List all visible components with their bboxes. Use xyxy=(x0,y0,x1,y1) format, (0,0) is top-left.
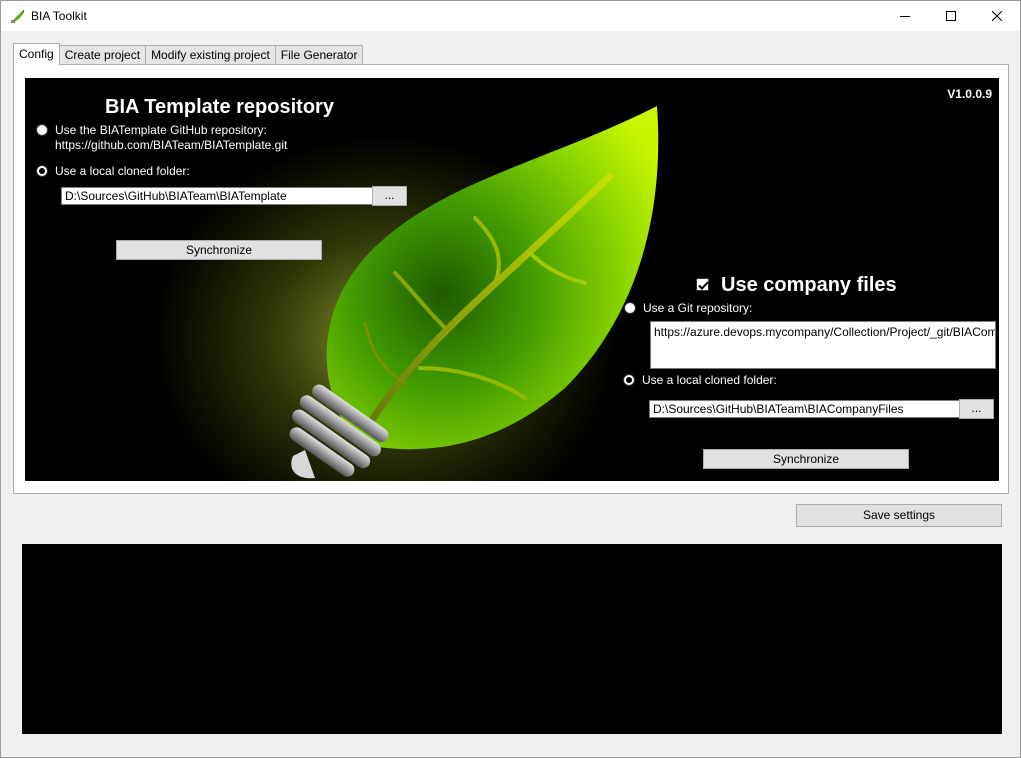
maximize-icon xyxy=(946,11,956,21)
template-github-label-text: Use the BIATemplate GitHub repository: xyxy=(55,123,267,137)
config-canvas: V1.0.0.9 BIA Template repository Use the… xyxy=(25,78,999,481)
tab-strip: Config Create project Modify existing pr… xyxy=(13,43,364,65)
company-browse-button[interactable]: ... xyxy=(959,399,994,419)
maximize-button[interactable] xyxy=(928,1,974,31)
company-git-label: Use a Git repository: xyxy=(643,301,753,315)
company-git-url-input[interactable]: https://azure.devops.mycompany/Collectio… xyxy=(650,321,996,369)
company-git-radio[interactable] xyxy=(624,302,636,314)
template-synchronize-button[interactable]: Synchronize xyxy=(116,240,322,260)
template-local-radio[interactable] xyxy=(36,165,48,177)
window-title: BIA Toolkit xyxy=(31,9,87,23)
close-button[interactable] xyxy=(974,1,1020,31)
template-github-url: https://github.com/BIATeam/BIATemplate.g… xyxy=(55,138,288,152)
close-icon xyxy=(992,11,1002,21)
company-synchronize-button[interactable]: Synchronize xyxy=(703,449,909,469)
company-local-path-input[interactable]: D:\Sources\GitHub\BIATeam\BIACompanyFile… xyxy=(649,400,960,418)
company-git-option[interactable]: Use a Git repository: xyxy=(624,301,752,316)
company-files-heading: Use company files xyxy=(721,274,897,296)
tab-modify-existing-project[interactable]: Modify existing project xyxy=(145,45,276,65)
save-settings-button[interactable]: Save settings xyxy=(796,504,1002,527)
minimize-button[interactable] xyxy=(882,1,928,31)
template-local-option[interactable]: Use a local cloned folder: xyxy=(36,164,190,179)
template-browse-button[interactable]: ... xyxy=(372,186,407,206)
template-github-label: Use the BIATemplate GitHub repository: h… xyxy=(55,123,287,153)
use-company-files-checkbox[interactable] xyxy=(696,278,709,291)
tab-create-project[interactable]: Create project xyxy=(58,45,147,65)
company-local-label: Use a local cloned folder: xyxy=(642,373,777,387)
output-console xyxy=(22,544,1002,734)
template-local-label: Use a local cloned folder: xyxy=(55,164,190,178)
client-area: Config Create project Modify existing pr… xyxy=(1,31,1020,757)
version-label: V1.0.0.9 xyxy=(947,87,992,101)
tab-file-generator[interactable]: File Generator xyxy=(274,45,364,65)
minimize-icon xyxy=(900,16,910,17)
tab-config[interactable]: Config xyxy=(13,43,60,65)
company-local-radio[interactable] xyxy=(623,374,635,386)
company-local-option[interactable]: Use a local cloned folder: xyxy=(623,373,777,388)
title-bar[interactable]: BIA Toolkit xyxy=(1,1,1020,31)
bia-toolkit-icon xyxy=(10,8,26,24)
template-github-option[interactable]: Use the BIATemplate GitHub repository: h… xyxy=(36,123,287,153)
template-github-radio[interactable] xyxy=(36,124,48,136)
app-window: BIA Toolkit Config Create project Modify… xyxy=(0,0,1021,758)
config-tab-panel: V1.0.0.9 BIA Template repository Use the… xyxy=(13,64,1009,494)
template-local-path-input[interactable]: D:\Sources\GitHub\BIATeam\BIATemplate xyxy=(61,187,373,205)
template-repository-heading: BIA Template repository xyxy=(105,96,334,118)
checkmark-icon xyxy=(698,281,709,290)
